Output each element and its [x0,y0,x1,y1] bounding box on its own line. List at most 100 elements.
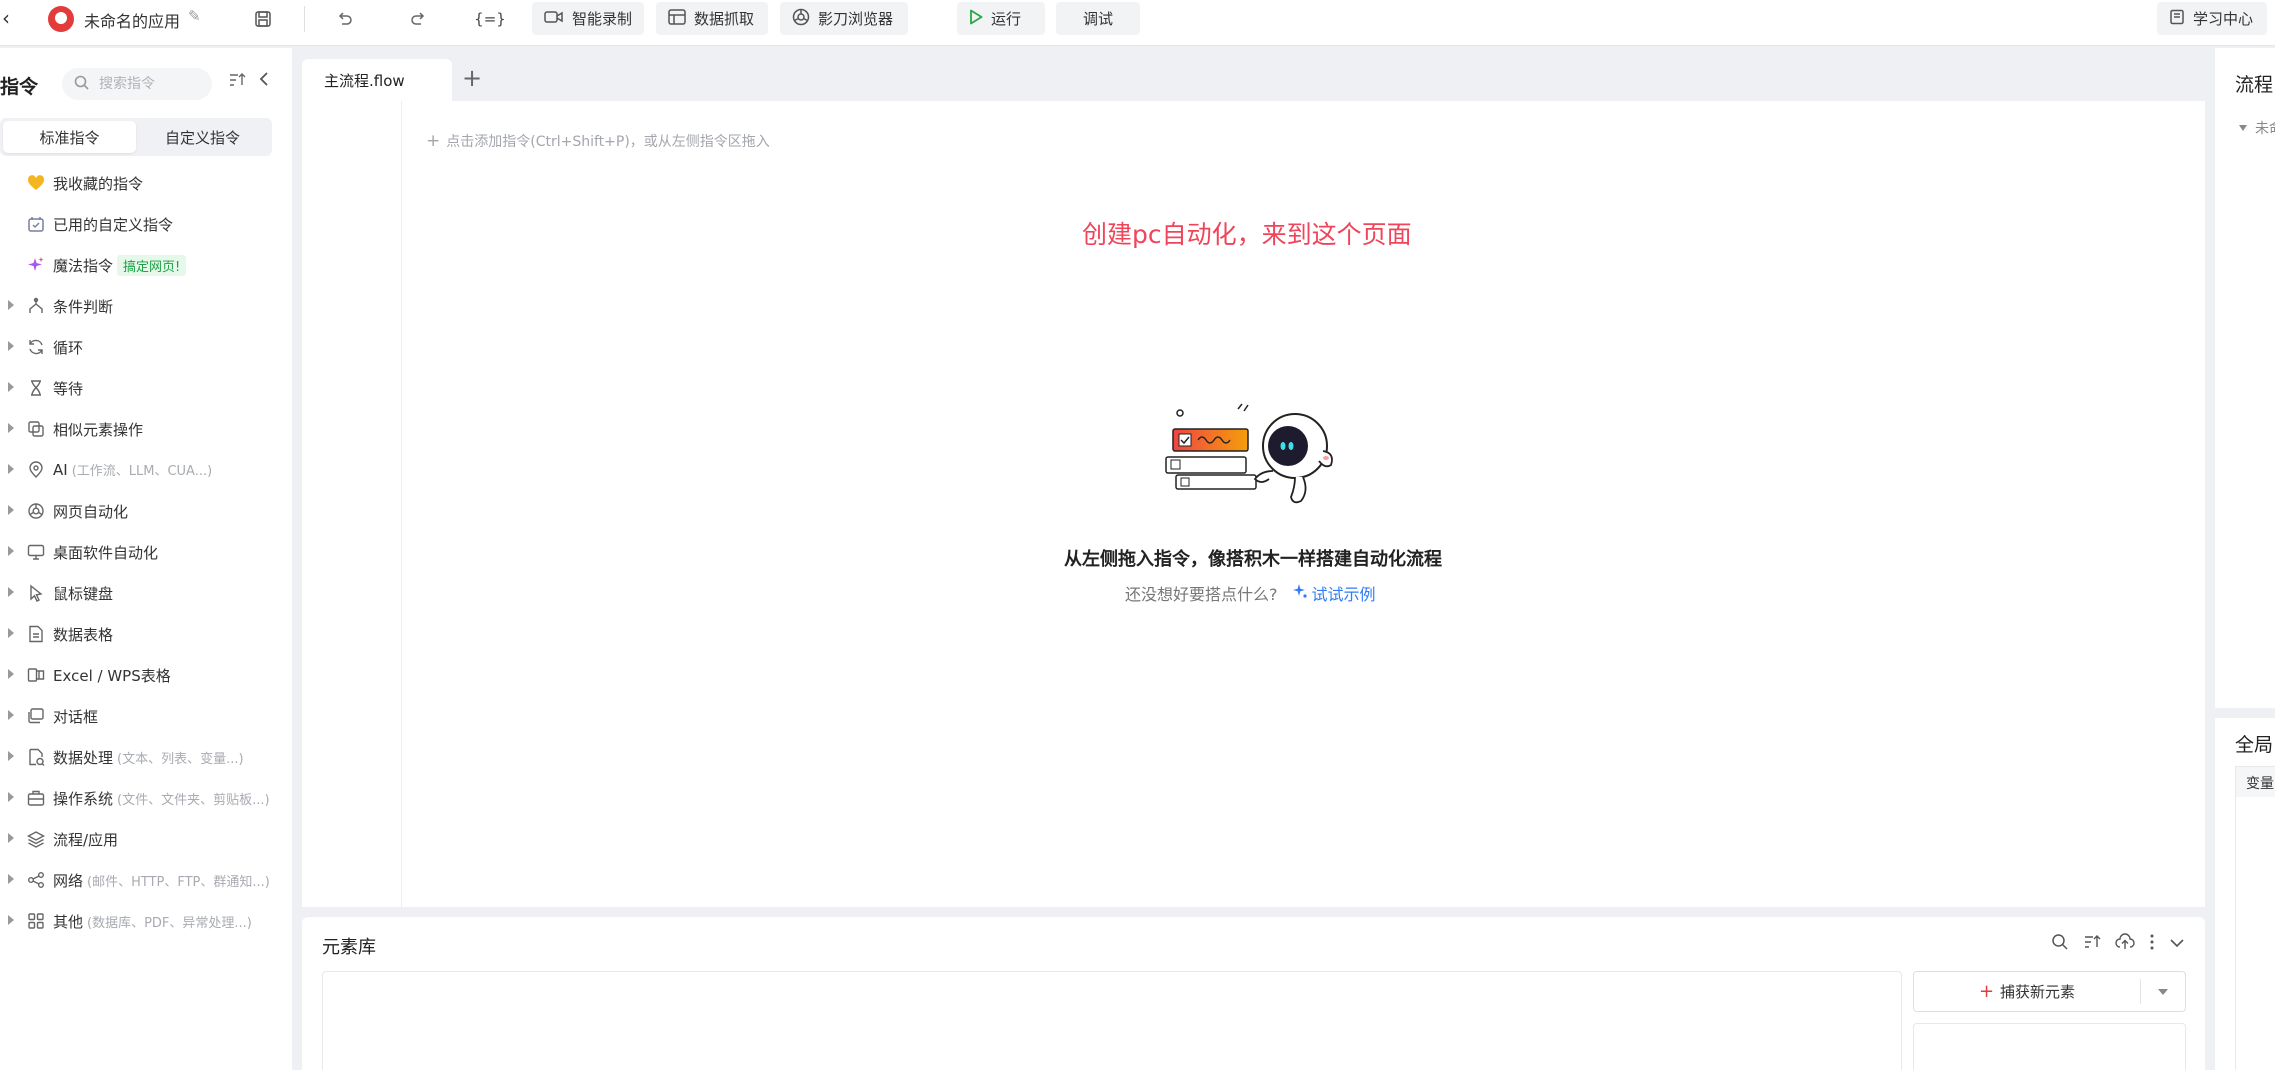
expand-caret-icon[interactable] [8,546,14,556]
expand-caret-icon[interactable] [8,382,14,392]
list-item-wait[interactable]: 等待 [0,367,292,408]
item-label: 流程/应用 [53,831,119,849]
add-command-hint[interactable]: + 点击添加指令(Ctrl+Shift+P)，或从左侧指令区拖入 [426,131,770,151]
item-hint: (邮件、HTTP、FTP、群通知...) [87,875,270,890]
capture-element-main[interactable]: + 捕获新元素 [1914,979,2141,1004]
data-scrape-label: 数据抓取 [694,10,755,28]
list-item-similar-elements[interactable]: 相似元素操作 [0,408,292,449]
expand-caret-icon[interactable] [8,300,14,310]
item-label: 对话框 [53,708,99,726]
plus-icon: + [1978,981,1995,1002]
item-hint: (文本、列表、变量...) [117,752,244,767]
expand-caret-icon[interactable] [2239,125,2247,131]
command-list: 我收藏的指令 已用的自定义指令 魔法指令 搞定网页! 条件判断 循环 等待 相似… [0,162,292,941]
more-options-icon[interactable] [2149,933,2155,955]
expand-caret-icon[interactable] [8,874,14,884]
cursor-icon [26,583,46,603]
data-scrape-button[interactable]: 数据抓取 [656,2,768,35]
expand-caret-icon[interactable] [8,587,14,597]
search-icon [74,75,89,94]
redo-icon[interactable] [405,6,431,32]
list-item-dialog[interactable]: 对话框 [0,695,292,736]
web-icon [26,501,46,521]
list-item-mouse-keyboard[interactable]: 鼠标键盘 [0,572,292,613]
list-item-used-custom[interactable]: 已用的自定义指令 [0,203,292,244]
debug-button[interactable]: 调试 [1056,2,1140,35]
command-search[interactable] [62,68,212,100]
variables-button[interactable]: {=} [474,6,506,32]
smart-record-button[interactable]: 智能录制 [532,2,644,35]
flow-tree-label: 未命 [2255,121,2275,137]
item-label: 等待 [53,380,84,398]
list-item-data-processing[interactable]: 数据处理 (文本、列表、变量...) [0,736,292,777]
list-item-web-automation[interactable]: 网页自动化 [0,490,292,531]
browser-button[interactable]: 影刀浏览器 [780,2,908,35]
item-label: 相似元素操作 [53,421,144,439]
flow-tree-item[interactable]: 未命 [2239,118,2275,138]
save-icon[interactable] [250,6,276,32]
expand-caret-icon[interactable] [8,792,14,802]
app-logo [48,6,74,32]
capture-dropdown-icon[interactable] [2141,988,2185,995]
undo-icon[interactable] [332,6,358,32]
expand-caret-icon[interactable] [8,341,14,351]
expand-caret-icon[interactable] [8,669,14,679]
list-item-flow-app[interactable]: 流程/应用 [0,818,292,859]
item-label: 已用的自定义指令 [53,216,174,234]
learning-center-button[interactable]: 学习中心 [2157,2,2267,35]
expand-caret-icon[interactable] [8,423,14,433]
list-item-desktop-automation[interactable]: 桌面软件自动化 [0,531,292,572]
element-library-tools [2051,933,2185,955]
app-title[interactable]: 未命名的应用 [84,8,180,32]
list-item-operating-system[interactable]: 操作系统 (文件、文件夹、剪贴板...) [0,777,292,818]
browser-label: 影刀浏览器 [818,10,894,28]
list-item-data-table[interactable]: 数据表格 [0,613,292,654]
item-label: Excel / WPS表格 [53,667,171,685]
try-example-link[interactable]: 试试示例 [1292,581,1376,605]
command-tabs: 标准指令 自定义指令 [0,118,272,156]
tab-standard-commands[interactable]: 标准指令 [3,121,136,153]
sort-icon[interactable] [2083,934,2101,954]
expand-caret-icon[interactable] [8,915,14,925]
collapse-panel-icon[interactable] [258,71,270,91]
list-item-other[interactable]: 其他 (数据库、PDF、异常处理...) [0,900,292,941]
tab-custom-commands[interactable]: 自定义指令 [136,121,269,153]
item-label: 网络 [53,872,84,890]
expand-caret-icon[interactable] [8,833,14,843]
list-item-condition[interactable]: 条件判断 [0,285,292,326]
panel-title: 指令 [0,76,39,98]
list-item-excel[interactable]: Excel / WPS表格 [0,654,292,695]
edit-title-icon[interactable]: ✎ [188,7,201,25]
cloud-upload-icon[interactable] [2115,933,2135,955]
run-button[interactable]: 运行 [957,2,1045,35]
expand-caret-icon[interactable] [8,710,14,720]
tab-main-flow[interactable]: 主流程.flow [302,59,452,101]
expand-caret-icon[interactable] [8,628,14,638]
search-icon[interactable] [2051,933,2069,955]
video-camera-icon [544,9,564,29]
chevron-down-icon[interactable] [2169,935,2185,953]
list-item-loop[interactable]: 循环 [0,326,292,367]
expand-caret-icon[interactable] [8,464,14,474]
expand-caret-icon[interactable] [8,505,14,515]
ai-icon [26,460,46,480]
item-label: 其他 [53,913,84,931]
back-icon[interactable]: ‹ [2,8,22,28]
list-item-network[interactable]: 网络 (邮件、HTTP、FTP、群通知...) [0,859,292,900]
list-item-ai[interactable]: AI (工作流、LLM、CUA...) [0,449,292,490]
command-panel: 指令 标准指令 自定义指令 我收藏的指令 已用的自定义指令 [0,48,292,1070]
list-item-favorites[interactable]: 我收藏的指令 [0,162,292,203]
expand-caret-icon[interactable] [8,751,14,761]
capture-element-button[interactable]: + 捕获新元素 [1913,971,2186,1012]
flow-editor[interactable]: + 点击添加指令(Ctrl+Shift+P)，或从左侧指令区拖入 创建pc自动化，… [302,101,2205,907]
browser-icon [792,8,810,30]
list-item-magic[interactable]: 魔法指令 搞定网页! [0,244,292,285]
sort-icon[interactable] [228,72,246,92]
item-label: 鼠标键盘 [53,585,114,603]
share-icon [26,870,46,890]
search-input[interactable] [99,76,199,92]
sparkle-icon [1292,583,1308,603]
add-tab-icon[interactable]: + [462,66,482,90]
learning-center-label: 学习中心 [2193,10,2254,28]
element-library-title: 元素库 [322,937,376,958]
